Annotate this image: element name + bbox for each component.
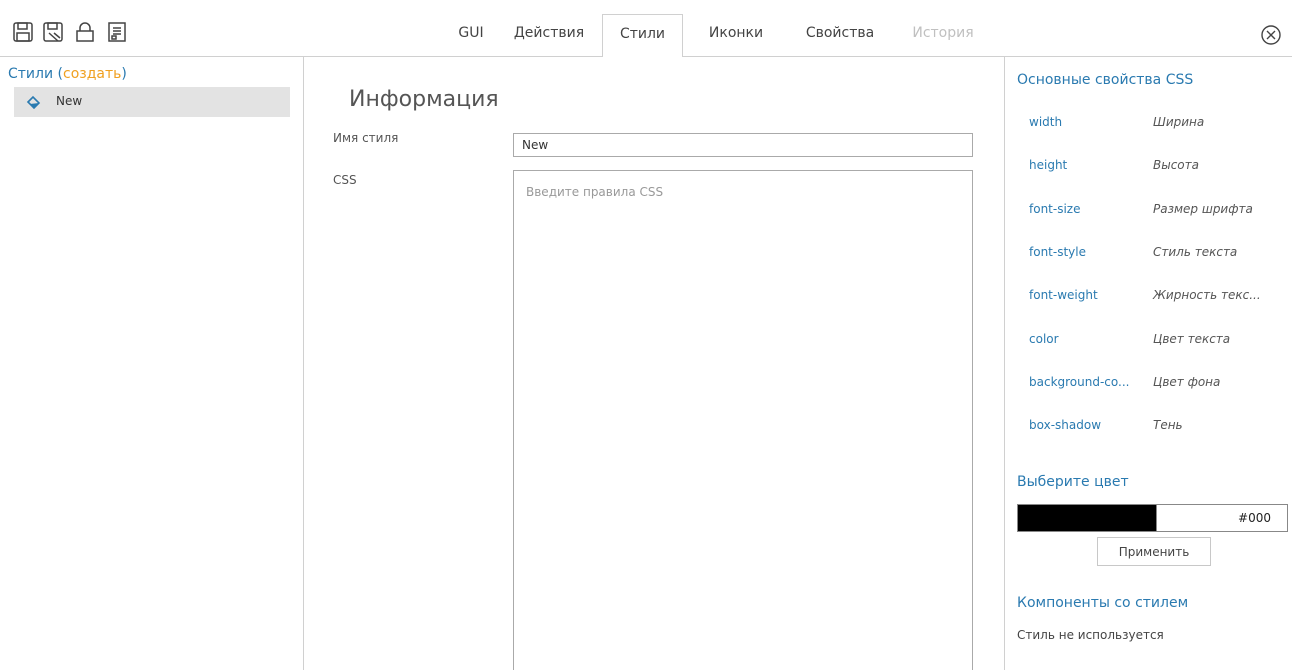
top-toolbar: GUI Действия Стили Иконки Свойства Истор… bbox=[0, 0, 1292, 58]
css-prop-box-shadow[interactable]: box-shadow Тень bbox=[1029, 418, 1289, 442]
tab-properties[interactable]: Свойства bbox=[794, 14, 886, 57]
css-prop-name: font-style bbox=[1029, 245, 1086, 259]
css-prop-desc: Жирность текс... bbox=[1153, 288, 1261, 302]
lock-icon[interactable] bbox=[74, 21, 96, 43]
tab-actions[interactable]: Действия bbox=[506, 14, 592, 57]
css-prop-desc: Стиль текста bbox=[1153, 245, 1238, 259]
css-prop-font-weight[interactable]: font-weight Жирность текс... bbox=[1029, 288, 1289, 312]
tab-gui[interactable]: GUI bbox=[446, 14, 496, 57]
color-hex-input[interactable] bbox=[1156, 504, 1288, 532]
css-textarea[interactable] bbox=[513, 170, 973, 670]
apply-color-button[interactable]: Применить bbox=[1097, 537, 1211, 566]
css-prop-name: background-co... bbox=[1029, 375, 1130, 389]
components-empty-text: Стиль не используется bbox=[1017, 628, 1164, 642]
tab-history: История bbox=[912, 25, 974, 41]
properties-icon[interactable] bbox=[106, 21, 128, 43]
style-item-label: New bbox=[56, 94, 83, 108]
css-prop-desc: Тень bbox=[1153, 418, 1183, 432]
css-prop-desc: Цвет фона bbox=[1153, 375, 1221, 389]
css-prop-desc: Размер шрифта bbox=[1153, 202, 1253, 216]
css-prop-font-size[interactable]: font-size Размер шрифта bbox=[1029, 202, 1289, 226]
css-prop-background-color[interactable]: background-co... Цвет фона bbox=[1029, 375, 1289, 399]
save-icon[interactable] bbox=[12, 21, 34, 43]
sidebar-title-paren-close: ) bbox=[121, 66, 127, 82]
components-title: Компоненты со стилем bbox=[1017, 595, 1189, 611]
css-prop-desc: Высота bbox=[1153, 158, 1199, 172]
css-prop-desc: Ширина bbox=[1153, 115, 1205, 129]
tab-styles[interactable]: Стили bbox=[602, 14, 683, 58]
styles-sidebar: Стили (создать) New bbox=[0, 57, 304, 670]
css-prop-name: color bbox=[1029, 332, 1059, 346]
css-prop-name: box-shadow bbox=[1029, 418, 1102, 432]
section-title: Информация bbox=[349, 87, 499, 112]
css-prop-desc: Цвет текста bbox=[1153, 332, 1231, 346]
sidebar-title: Стили (создать) bbox=[8, 66, 127, 82]
close-icon[interactable] bbox=[1260, 24, 1282, 46]
style-name-input[interactable] bbox=[513, 133, 973, 157]
save-as-icon[interactable] bbox=[42, 21, 64, 43]
color-swatch[interactable] bbox=[1017, 504, 1157, 532]
style-editor: Информация Имя стиля CSS bbox=[305, 57, 1003, 670]
css-label: CSS bbox=[333, 173, 357, 187]
properties-panel: Основные свойства CSS width Ширина heigh… bbox=[1004, 57, 1292, 670]
paint-bucket-icon bbox=[26, 95, 42, 110]
css-prop-name: font-size bbox=[1029, 202, 1081, 216]
css-props-title: Основные свойства CSS bbox=[1017, 72, 1194, 88]
sidebar-title-text: Стили bbox=[8, 66, 54, 82]
css-prop-name: font-weight bbox=[1029, 288, 1098, 302]
css-prop-font-style[interactable]: font-style Стиль текста bbox=[1029, 245, 1289, 269]
color-picker-title: Выберите цвет bbox=[1017, 474, 1129, 490]
tab-icons[interactable]: Иконки bbox=[694, 14, 778, 57]
css-prop-name: height bbox=[1029, 158, 1068, 172]
css-prop-color[interactable]: color Цвет текста bbox=[1029, 332, 1289, 356]
style-name-label: Имя стиля bbox=[333, 131, 399, 145]
css-prop-name: width bbox=[1029, 115, 1063, 129]
css-prop-width[interactable]: width Ширина bbox=[1029, 115, 1289, 139]
style-list-item[interactable]: New bbox=[14, 87, 290, 117]
create-style-link[interactable]: создать bbox=[63, 66, 121, 82]
css-prop-height[interactable]: height Высота bbox=[1029, 158, 1289, 182]
